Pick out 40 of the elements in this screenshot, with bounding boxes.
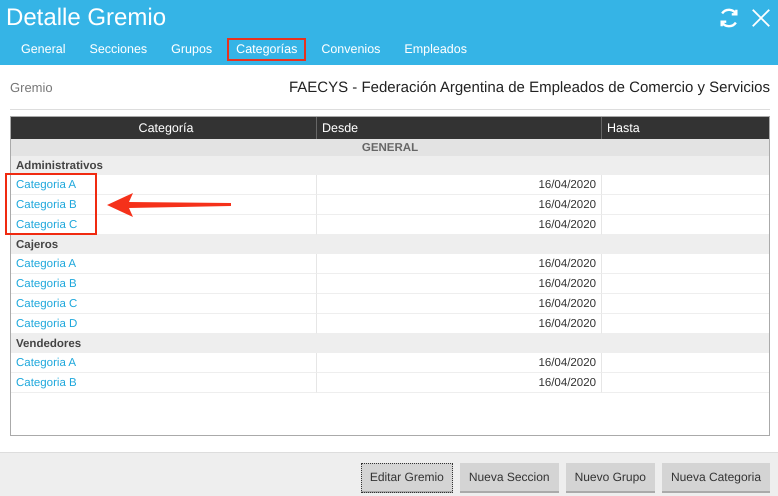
category-link[interactable]: Categoria A — [16, 258, 76, 270]
column-header: Hasta — [601, 117, 769, 139]
tab[interactable]: Empleados — [395, 38, 476, 61]
action-button[interactable]: Nueva Seccion — [460, 462, 559, 492]
tab[interactable]: Convenios — [312, 38, 390, 61]
date-cell: 16/04/2020 — [538, 318, 596, 330]
date-cell: 16/04/2020 — [538, 298, 596, 310]
category-link[interactable]: Categoria A — [16, 178, 76, 190]
gremio-value: FAECYS - Federación Argentina de Empleados de Comercio y Servicios — [288, 78, 770, 96]
action-button[interactable]: Editar Gremio — [360, 462, 453, 492]
close-icon[interactable] — [750, 6, 772, 28]
date-cell: 16/04/2020 — [538, 258, 596, 270]
category-link[interactable]: Categoria A — [16, 356, 76, 368]
tab[interactable]: Secciones — [80, 38, 156, 61]
group-header: Administrativos — [11, 156, 769, 175]
category-link[interactable]: Categoria C — [16, 218, 78, 230]
category-link[interactable]: Categoria D — [16, 318, 78, 330]
refresh-icon[interactable] — [718, 6, 740, 28]
action-button[interactable]: Nueva Categoria — [662, 462, 770, 492]
date-cell: 16/04/2020 — [538, 198, 596, 210]
action-button[interactable]: Nuevo Grupo — [566, 462, 655, 492]
date-cell: 16/04/2020 — [538, 376, 596, 388]
group-header: Cajeros — [11, 235, 769, 254]
tab[interactable]: General — [12, 38, 74, 61]
category-link[interactable]: Categoria B — [16, 198, 77, 210]
group-header: Vendedores — [11, 334, 769, 353]
column-header: Categoría — [11, 117, 316, 139]
tab[interactable]: Categorías — [227, 38, 306, 61]
section-header: GENERAL — [11, 139, 769, 156]
tab[interactable]: Grupos — [162, 38, 222, 61]
date-cell: 16/04/2020 — [538, 218, 596, 230]
category-link[interactable]: Categoria C — [16, 298, 78, 310]
column-header: Desde — [316, 117, 601, 139]
category-link[interactable]: Categoria B — [16, 278, 77, 290]
date-cell: 16/04/2020 — [538, 178, 596, 190]
window-title: Detalle Gremio — [6, 4, 166, 32]
date-cell: 16/04/2020 — [538, 356, 596, 368]
date-cell: 16/04/2020 — [538, 278, 596, 290]
gremio-label: Gremio — [10, 80, 53, 94]
category-link[interactable]: Categoria B — [16, 376, 77, 388]
